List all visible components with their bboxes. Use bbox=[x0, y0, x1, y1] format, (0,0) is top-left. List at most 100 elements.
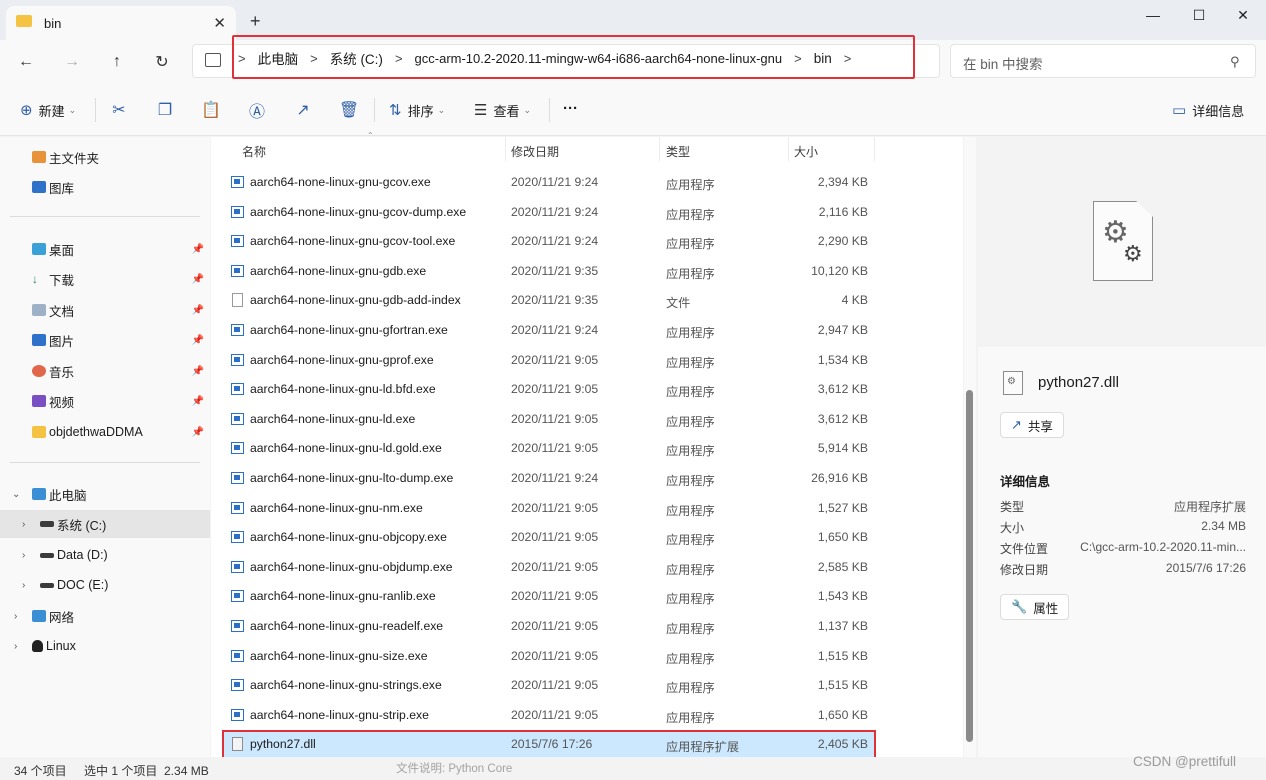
share-icon[interactable]: ↗ bbox=[292, 99, 314, 121]
sidebar-item-network[interactable]: › 网络 bbox=[0, 602, 210, 630]
generic-file-icon bbox=[232, 293, 243, 307]
file-row[interactable]: aarch64-none-linux-gnu-gcov.exe 2020/11/2… bbox=[222, 168, 874, 197]
sidebar-item-objdethwaddma[interactable]: objdethwaDDMA 📌 bbox=[0, 418, 210, 446]
chevron-right-icon[interactable]: › bbox=[14, 641, 17, 652]
column-separator[interactable] bbox=[505, 137, 506, 161]
exe-file-icon bbox=[231, 709, 244, 721]
file-name: aarch64-none-linux-gnu-ld.gold.exe bbox=[250, 441, 442, 455]
sort-icon: ⇅ bbox=[389, 102, 402, 119]
paste-icon[interactable]: 📋 bbox=[200, 99, 222, 121]
sidebar-item-documents[interactable]: 文档 📌 bbox=[0, 296, 210, 324]
minimize-button[interactable]: — bbox=[1130, 0, 1176, 30]
pictures-icon bbox=[32, 334, 46, 346]
file-name: aarch64-none-linux-gnu-gprof.exe bbox=[250, 353, 434, 367]
file-type: 应用程序 bbox=[666, 504, 715, 518]
file-row[interactable]: aarch64-none-linux-gnu-lto-dump.exe 2020/… bbox=[222, 464, 874, 493]
file-row[interactable]: aarch64-none-linux-gnu-ld.bfd.exe 2020/11… bbox=[222, 375, 874, 404]
close-tab-icon[interactable]: ✕ bbox=[213, 14, 226, 32]
file-row[interactable]: aarch64-none-linux-gnu-objcopy.exe 2020/1… bbox=[222, 523, 874, 552]
cut-icon[interactable]: ✂ bbox=[108, 99, 130, 121]
pin-icon[interactable]: 📌 bbox=[192, 366, 204, 377]
chevron-right-icon[interactable]: › bbox=[22, 580, 25, 591]
forward-button[interactable]: → bbox=[60, 50, 84, 74]
file-name: aarch64-none-linux-gnu-gdb-add-index bbox=[250, 293, 461, 307]
file-row[interactable]: aarch64-none-linux-gnu-objdump.exe 2020/1… bbox=[222, 553, 874, 582]
sidebar-divider bbox=[10, 462, 200, 463]
sidebar-item-pictures[interactable]: 图片 📌 bbox=[0, 326, 210, 354]
chevron-right-icon[interactable]: › bbox=[14, 611, 17, 622]
file-type: 应用程序 bbox=[666, 267, 715, 281]
file-row[interactable]: aarch64-none-linux-gnu-readelf.exe 2020/1… bbox=[222, 612, 874, 641]
maximize-button[interactable]: ☐ bbox=[1176, 0, 1222, 30]
chevron-right-icon[interactable]: › bbox=[22, 519, 25, 530]
file-row[interactable]: aarch64-none-linux-gnu-ld.exe 2020/11/21 … bbox=[222, 405, 874, 434]
column-header-name[interactable]: 名称 bbox=[242, 143, 266, 160]
pin-icon[interactable]: 📌 bbox=[192, 335, 204, 346]
up-button[interactable]: ↑ bbox=[105, 50, 129, 74]
pin-icon[interactable]: 📌 bbox=[192, 305, 204, 316]
column-separator[interactable] bbox=[788, 137, 789, 161]
share-button[interactable]: ↗ 共享 bbox=[1000, 412, 1064, 438]
new-tab-button[interactable]: + bbox=[250, 11, 261, 32]
new-button[interactable]: ⊕ 新建 ⌄ bbox=[20, 100, 76, 120]
file-row[interactable]: aarch64-none-linux-gnu-nm.exe 2020/11/21 … bbox=[222, 494, 874, 523]
chevron-down-icon[interactable]: ⌄ bbox=[12, 489, 20, 500]
details-pane-icon: ▭ bbox=[1172, 102, 1187, 119]
scrollbar-thumb[interactable] bbox=[966, 390, 973, 742]
search-icon[interactable]: ⚲ bbox=[1230, 54, 1240, 70]
file-row[interactable]: aarch64-none-linux-gnu-ranlib.exe 2020/11… bbox=[222, 582, 874, 611]
column-header-type[interactable]: 类型 bbox=[666, 143, 690, 160]
file-row[interactable]: aarch64-none-linux-gnu-gfortran.exe 2020/… bbox=[222, 316, 874, 345]
file-row[interactable]: aarch64-none-linux-gnu-strip.exe 2020/11/… bbox=[222, 701, 874, 730]
sidebar-item-music[interactable]: 音乐 📌 bbox=[0, 357, 210, 385]
column-header-date[interactable]: 修改日期 bbox=[511, 143, 559, 160]
copy-icon[interactable]: ❐ bbox=[154, 99, 176, 121]
more-options-button[interactable]: ··· bbox=[563, 98, 578, 118]
rename-icon[interactable]: Ⓐ bbox=[246, 99, 268, 121]
sidebar-item-this-pc[interactable]: ⌄ 此电脑 bbox=[0, 480, 210, 508]
sort-button[interactable]: ⇅ 排序 ⌄ bbox=[389, 100, 445, 120]
file-row[interactable]: aarch64-none-linux-gnu-ld.gold.exe 2020/1… bbox=[222, 434, 874, 463]
exe-file-icon bbox=[231, 590, 244, 602]
pin-icon[interactable]: 📌 bbox=[192, 244, 204, 255]
file-row[interactable]: aarch64-none-linux-gnu-strings.exe 2020/1… bbox=[222, 671, 874, 700]
refresh-button[interactable]: ↻ bbox=[150, 50, 174, 74]
pin-icon[interactable]: 📌 bbox=[192, 396, 204, 407]
prop-value: 应用程序扩展 bbox=[1173, 500, 1246, 514]
view-button[interactable]: ☰ 查看 ⌄ bbox=[474, 100, 531, 120]
file-row[interactable]: aarch64-none-linux-gnu-gprof.exe 2020/11/… bbox=[222, 346, 874, 375]
sidebar-item-linux[interactable]: › Linux bbox=[0, 632, 210, 660]
pin-icon[interactable]: 📌 bbox=[192, 274, 204, 285]
file-row[interactable]: aarch64-none-linux-gnu-gcov-dump.exe 2020… bbox=[222, 198, 874, 227]
sidebar-item-gallery[interactable]: 图库 bbox=[0, 173, 210, 201]
sidebar-item-system-c[interactable]: › 系统 (C:) bbox=[0, 510, 210, 538]
back-button[interactable]: ← bbox=[14, 50, 38, 74]
chevron-right-icon[interactable]: › bbox=[22, 550, 25, 561]
column-separator[interactable] bbox=[659, 137, 660, 161]
sidebar-item-doc-e[interactable]: › DOC (E:) bbox=[0, 571, 210, 599]
file-size: 1,527 KB bbox=[817, 501, 868, 515]
sidebar-item-label: objdethwaDDMA bbox=[49, 425, 143, 439]
sidebar-item-desktop[interactable]: 桌面 📌 bbox=[0, 235, 210, 263]
file-row[interactable]: aarch64-none-linux-gnu-gcov-tool.exe 2020… bbox=[222, 227, 874, 256]
close-window-button[interactable]: ✕ bbox=[1220, 0, 1266, 30]
prop-value[interactable]: C:\gcc-arm-10.2-2020.11-min... bbox=[1080, 540, 1246, 554]
sidebar-item-label: DOC (E:) bbox=[57, 578, 109, 592]
file-row[interactable]: aarch64-none-linux-gnu-gdb-add-index 2020… bbox=[222, 286, 874, 315]
sidebar-item-label: Linux bbox=[46, 639, 76, 653]
properties-button[interactable]: 🔧 属性 bbox=[1000, 594, 1070, 620]
tab-bin[interactable]: bin ✕ bbox=[6, 6, 236, 40]
exe-file-icon bbox=[231, 561, 244, 573]
sidebar-item-downloads[interactable]: ↓ 下载 📌 bbox=[0, 265, 210, 293]
delete-icon[interactable]: 🗑 bbox=[338, 99, 360, 121]
details-pane-button[interactable]: ▭ 详细信息 bbox=[1172, 100, 1244, 120]
drive-icon bbox=[40, 552, 54, 558]
column-header-size[interactable]: 大小 bbox=[794, 143, 818, 160]
sidebar-item-data-d[interactable]: › Data (D:) bbox=[0, 541, 210, 569]
file-row[interactable]: aarch64-none-linux-gnu-gdb.exe 2020/11/21… bbox=[222, 257, 874, 286]
sidebar-item-videos[interactable]: 视频 📌 bbox=[0, 387, 210, 415]
column-separator[interactable] bbox=[874, 137, 875, 161]
file-row[interactable]: aarch64-none-linux-gnu-size.exe 2020/11/2… bbox=[222, 642, 874, 671]
pin-icon[interactable]: 📌 bbox=[192, 427, 204, 438]
sidebar-item-home[interactable]: 主文件夹 bbox=[0, 143, 210, 171]
